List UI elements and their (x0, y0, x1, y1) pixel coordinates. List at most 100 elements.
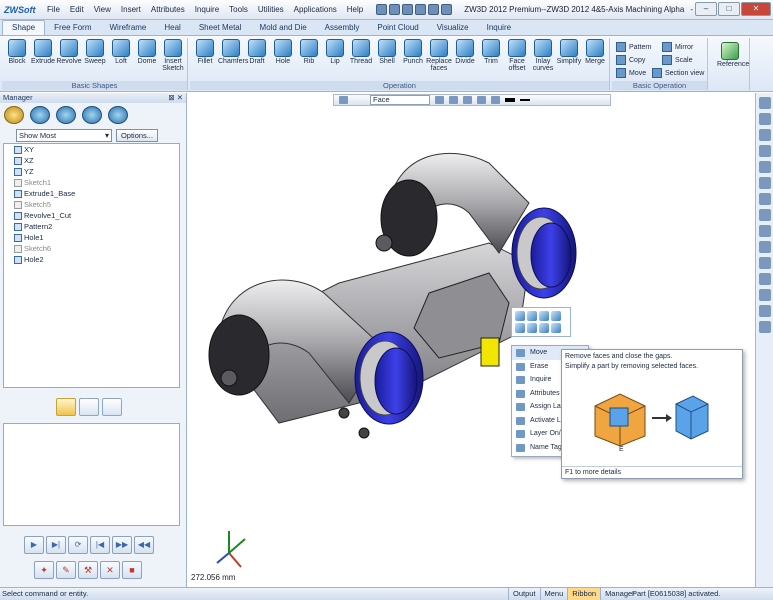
simplify-button[interactable]: Simplify (556, 39, 582, 65)
tree-item-sketch6[interactable]: Sketch6 (4, 243, 179, 254)
tree-item-hole1[interactable]: Hole1 (4, 232, 179, 243)
assembly-tab-icon[interactable] (79, 398, 99, 416)
status-tab-menu[interactable]: Menu (539, 588, 568, 600)
menu-insert[interactable]: Insert (116, 5, 146, 14)
merge-button[interactable]: Merge (582, 39, 608, 65)
view-iso-icon[interactable] (758, 321, 771, 333)
glasses-icon[interactable] (82, 106, 102, 124)
tree-item-sketch5[interactable]: Sketch5 (4, 199, 179, 210)
mini-tool-icon[interactable] (527, 311, 537, 321)
tree-item-hole2[interactable]: Hole2 (4, 254, 179, 265)
cube-icon[interactable] (758, 193, 771, 205)
trim-button[interactable]: Trim (478, 39, 504, 65)
pencil-icon[interactable] (758, 97, 771, 109)
view-front-icon[interactable] (758, 289, 771, 301)
copy-button[interactable]: Copy (616, 55, 645, 65)
replace-faces-button[interactable]: Replace faces (426, 39, 452, 72)
tab-heal[interactable]: Heal (155, 21, 189, 35)
status-tab-ribbon[interactable]: Ribbon (567, 588, 601, 600)
tab-wireframe[interactable]: Wireframe (100, 21, 155, 35)
new-icon[interactable] (376, 4, 388, 15)
thread-button[interactable]: Thread (348, 39, 374, 65)
lip-button[interactable]: Lip (322, 39, 348, 65)
maximize-button[interactable]: □ (718, 2, 740, 16)
menu-file[interactable]: File (42, 5, 65, 14)
reference-button[interactable]: Reference (717, 42, 749, 68)
cad-model[interactable] (189, 93, 754, 587)
history-tab-icon[interactable] (56, 398, 76, 416)
mirror-button[interactable]: Mirror (662, 42, 693, 52)
sweep-button[interactable]: Sweep (82, 39, 108, 65)
save-icon[interactable] (402, 4, 414, 15)
tab-inquire[interactable]: Inquire (478, 21, 520, 35)
shade-icon[interactable] (758, 177, 771, 189)
insert-sketch-button[interactable]: Insert Sketch (160, 39, 186, 72)
mini-tool-icon[interactable] (539, 323, 549, 333)
status-tab-output[interactable]: Output (508, 588, 540, 600)
view-top-icon[interactable] (758, 305, 771, 317)
pencil-icon[interactable]: ✎ (56, 561, 76, 579)
options-button[interactable]: Options... (116, 129, 158, 142)
tree-item-revolve1-cut[interactable]: Revolve1_Cut (4, 210, 179, 221)
delete-icon[interactable]: ✕ (100, 561, 120, 579)
open-icon[interactable] (389, 4, 401, 15)
simplify-icon[interactable] (551, 323, 561, 333)
minimize-button[interactable]: – (695, 2, 717, 16)
menu-utilities[interactable]: Utilities (253, 5, 289, 14)
stop-icon[interactable]: ■ (122, 561, 142, 579)
fillet-button[interactable]: Fillet (192, 39, 218, 65)
tree-item-pattern2[interactable]: Pattern2 (4, 221, 179, 232)
options-icon[interactable] (441, 4, 453, 15)
wand-icon[interactable]: ✦ (34, 561, 54, 579)
fast-forward-icon[interactable]: ▶▶ (112, 536, 132, 554)
show-filter-select[interactable]: Show Most (16, 129, 112, 142)
face-offset-button[interactable]: Face offset (504, 39, 530, 72)
revolve-button[interactable]: Revolve (56, 39, 82, 65)
draft-button[interactable]: Draft (244, 39, 270, 65)
tool-icon[interactable]: ⚒ (78, 561, 98, 579)
structure-tab-icon[interactable] (102, 398, 122, 416)
step-forward-icon[interactable]: ▶| (46, 536, 66, 554)
block-button[interactable]: Block (4, 39, 30, 65)
measure-icon[interactable] (758, 257, 771, 269)
punch-button[interactable]: Punch (400, 39, 426, 65)
pattern-button[interactable]: Pattern (616, 42, 652, 52)
tab-mold-and-die[interactable]: Mold and Die (251, 21, 316, 35)
tab-assembly[interactable]: Assembly (316, 21, 369, 35)
menu-help[interactable]: Help (342, 5, 368, 14)
undo-icon[interactable] (415, 4, 427, 15)
section-view-button[interactable]: Section view (652, 68, 704, 78)
history-icon[interactable] (4, 106, 24, 124)
sphere-icon[interactable] (108, 106, 128, 124)
close-icon[interactable]: ⊠ ✕ (168, 93, 183, 103)
rib-button[interactable]: Rib (296, 39, 322, 65)
loft-button[interactable]: Loft (108, 39, 134, 65)
menu-tools[interactable]: Tools (224, 5, 253, 14)
tree-item-xz[interactable]: XZ (4, 155, 179, 166)
mini-tool-icon[interactable] (551, 311, 561, 321)
close-button[interactable]: ✕ (741, 2, 771, 16)
menu-edit[interactable]: Edit (65, 5, 89, 14)
divide-button[interactable]: Divide (452, 39, 478, 65)
mini-tool-icon[interactable] (515, 311, 525, 321)
extrude-button[interactable]: Extrude (30, 39, 56, 65)
mini-tool-icon[interactable] (539, 311, 549, 321)
user-icon[interactable] (30, 106, 50, 124)
wire-icon[interactable] (758, 225, 771, 237)
fast-rewind-icon[interactable]: ◀◀ (134, 536, 154, 554)
menu-view[interactable]: View (89, 5, 116, 14)
rewind-icon[interactable]: |◀ (90, 536, 110, 554)
graphics-viewport[interactable]: Face 272.056 mm Move Erase Inquire Attri… (189, 93, 754, 587)
tree-item-extrude1-base[interactable]: Extrude1_Base (4, 188, 179, 199)
dome-button[interactable]: Dome (134, 39, 160, 65)
tab-visualize[interactable]: Visualize (428, 21, 478, 35)
menu-applications[interactable]: Applications (289, 5, 342, 14)
record-icon[interactable] (758, 129, 771, 141)
chamfers-button[interactable]: Chamfers (218, 39, 248, 65)
mini-tool-icon[interactable] (527, 323, 537, 333)
redo-icon[interactable] (428, 4, 440, 15)
color-icon[interactable] (758, 113, 771, 125)
grid-icon[interactable] (758, 209, 771, 221)
move-button[interactable]: Move (616, 68, 646, 78)
scale-button[interactable]: Scale (662, 55, 693, 65)
